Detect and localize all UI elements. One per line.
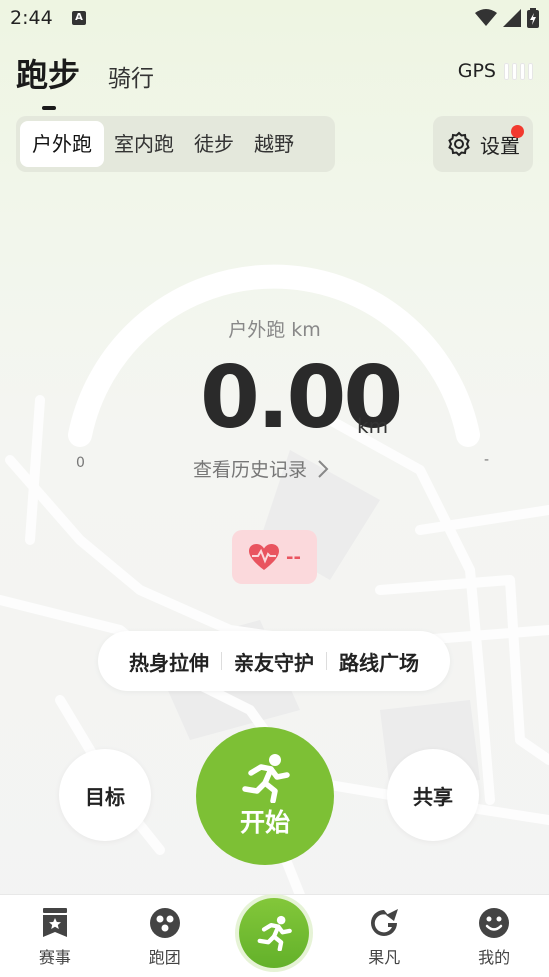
status-time: 2:44 bbox=[10, 7, 53, 29]
notification-a-icon: A bbox=[72, 11, 86, 25]
feature-family-guard[interactable]: 亲友守护 bbox=[222, 647, 326, 676]
start-button[interactable]: 开始 bbox=[196, 727, 334, 865]
nav-label-events: 赛事 bbox=[38, 948, 71, 967]
distance-unit: km bbox=[357, 414, 389, 438]
smiley-icon bbox=[479, 908, 510, 938]
notification-dot bbox=[511, 125, 524, 138]
mode-tabs: 跑步 骑行 bbox=[16, 50, 154, 110]
gear-icon bbox=[448, 131, 470, 157]
nav-item-guofan[interactable]: 果凡 bbox=[329, 895, 439, 977]
sport-hiking[interactable]: 徒步 bbox=[184, 121, 244, 167]
tab-running[interactable]: 跑步 bbox=[16, 50, 80, 110]
start-label: 开始 bbox=[239, 808, 290, 837]
feature-bar: 热身拉伸 亲友守护 路线广场 bbox=[98, 631, 450, 691]
wifi-icon bbox=[475, 9, 497, 26]
runner-icon bbox=[242, 754, 290, 803]
share-button[interactable]: 共享 bbox=[387, 749, 479, 841]
goal-button[interactable]: 目标 bbox=[59, 749, 151, 841]
club-icon bbox=[149, 908, 180, 938]
feature-warmup[interactable]: 热身拉伸 bbox=[117, 647, 221, 676]
nav-label-me: 我的 bbox=[478, 948, 511, 967]
tab-cycling[interactable]: 骑行 bbox=[108, 59, 154, 93]
gps-indicator: GPS bbox=[458, 60, 533, 82]
nav-item-events[interactable]: 赛事 bbox=[0, 895, 110, 977]
heart-rate-value: -- bbox=[286, 546, 301, 568]
nav-label-club: 跑团 bbox=[148, 948, 181, 967]
feature-route-square[interactable]: 路线广场 bbox=[327, 647, 431, 676]
battery-icon bbox=[527, 8, 539, 28]
nav-run-circle bbox=[239, 898, 310, 968]
nav-item-club[interactable]: 跑团 bbox=[110, 895, 220, 977]
gauge-min-label: 0 bbox=[76, 455, 85, 471]
sport-type-selector: 户外跑 室内跑 徒步 越野 bbox=[16, 116, 335, 172]
nav-item-run[interactable] bbox=[220, 895, 330, 977]
runner-icon bbox=[258, 915, 293, 951]
settings-button[interactable]: 设置 bbox=[433, 116, 533, 172]
status-bar: 2:44 A bbox=[0, 0, 549, 36]
signal-icon bbox=[503, 9, 521, 27]
heart-rate-badge[interactable]: -- bbox=[232, 530, 317, 584]
chevron-right-icon bbox=[318, 459, 329, 478]
nav-item-me[interactable]: 我的 bbox=[439, 895, 549, 977]
gauge-max-label: - bbox=[483, 452, 489, 468]
history-link[interactable]: 查看历史记录 bbox=[193, 455, 329, 482]
event-badge-icon bbox=[42, 908, 67, 937]
sport-outdoor-run[interactable]: 户外跑 bbox=[20, 121, 104, 167]
history-link-label: 查看历史记录 bbox=[193, 459, 308, 481]
gauge-sport-label: 户外跑 km bbox=[228, 319, 321, 341]
sport-trail[interactable]: 越野 bbox=[244, 121, 304, 167]
bottom-nav: 赛事 跑团 果凡 我的 bbox=[0, 894, 549, 977]
gps-signal-icon bbox=[504, 62, 533, 80]
sport-indoor-run[interactable]: 室内跑 bbox=[104, 121, 184, 167]
heart-rate-icon bbox=[249, 544, 280, 570]
nav-label-guofan: 果凡 bbox=[368, 948, 401, 967]
guofan-logo-icon bbox=[371, 909, 399, 936]
gps-label: GPS bbox=[457, 60, 496, 82]
